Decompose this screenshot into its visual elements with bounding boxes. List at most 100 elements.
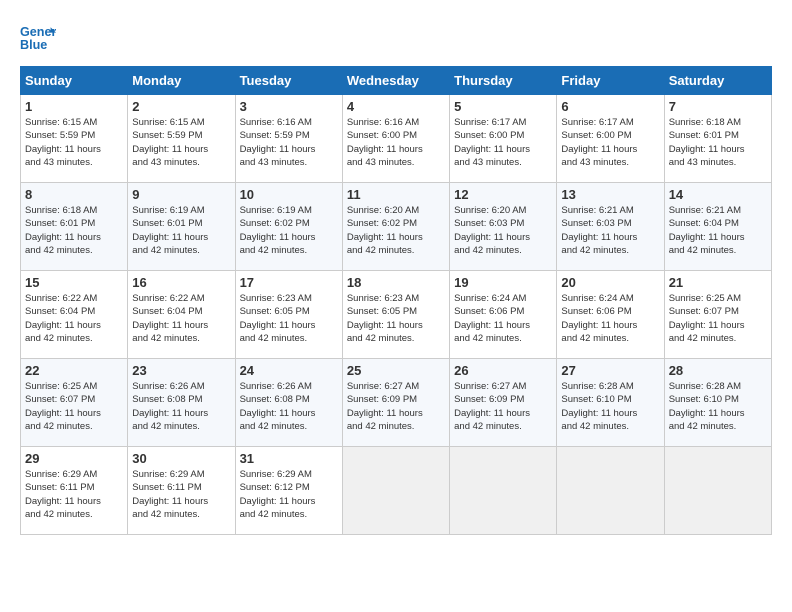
day-number: 4 xyxy=(347,99,445,114)
day-number: 22 xyxy=(25,363,123,378)
day-number: 12 xyxy=(454,187,552,202)
day-number: 8 xyxy=(25,187,123,202)
calendar-day-cell: 18 Sunrise: 6:23 AM Sunset: 6:05 PM Dayl… xyxy=(342,271,449,359)
day-number: 2 xyxy=(132,99,230,114)
calendar-day-cell: 23 Sunrise: 6:26 AM Sunset: 6:08 PM Dayl… xyxy=(128,359,235,447)
calendar-day-cell xyxy=(664,447,771,535)
day-info: Sunrise: 6:24 AM Sunset: 6:06 PM Dayligh… xyxy=(454,292,552,345)
calendar-day-cell: 2 Sunrise: 6:15 AM Sunset: 5:59 PM Dayli… xyxy=(128,95,235,183)
day-info: Sunrise: 6:20 AM Sunset: 6:02 PM Dayligh… xyxy=(347,204,445,257)
calendar-day-cell xyxy=(557,447,664,535)
calendar-week-row: 1 Sunrise: 6:15 AM Sunset: 5:59 PM Dayli… xyxy=(21,95,772,183)
day-number: 17 xyxy=(240,275,338,290)
day-info: Sunrise: 6:29 AM Sunset: 6:11 PM Dayligh… xyxy=(25,468,123,521)
day-number: 18 xyxy=(347,275,445,290)
calendar-day-cell: 21 Sunrise: 6:25 AM Sunset: 6:07 PM Dayl… xyxy=(664,271,771,359)
calendar-day-header: Tuesday xyxy=(235,67,342,95)
day-info: Sunrise: 6:20 AM Sunset: 6:03 PM Dayligh… xyxy=(454,204,552,257)
day-info: Sunrise: 6:27 AM Sunset: 6:09 PM Dayligh… xyxy=(454,380,552,433)
calendar-day-cell: 24 Sunrise: 6:26 AM Sunset: 6:08 PM Dayl… xyxy=(235,359,342,447)
calendar-day-cell: 31 Sunrise: 6:29 AM Sunset: 6:12 PM Dayl… xyxy=(235,447,342,535)
calendar-day-cell: 26 Sunrise: 6:27 AM Sunset: 6:09 PM Dayl… xyxy=(450,359,557,447)
logo-icon: General Blue xyxy=(20,20,56,56)
day-number: 11 xyxy=(347,187,445,202)
calendar-day-cell: 9 Sunrise: 6:19 AM Sunset: 6:01 PM Dayli… xyxy=(128,183,235,271)
calendar-day-header: Saturday xyxy=(664,67,771,95)
day-number: 30 xyxy=(132,451,230,466)
day-info: Sunrise: 6:23 AM Sunset: 6:05 PM Dayligh… xyxy=(240,292,338,345)
calendar-day-cell: 7 Sunrise: 6:18 AM Sunset: 6:01 PM Dayli… xyxy=(664,95,771,183)
day-number: 1 xyxy=(25,99,123,114)
day-number: 24 xyxy=(240,363,338,378)
day-number: 19 xyxy=(454,275,552,290)
day-info: Sunrise: 6:24 AM Sunset: 6:06 PM Dayligh… xyxy=(561,292,659,345)
day-info: Sunrise: 6:23 AM Sunset: 6:05 PM Dayligh… xyxy=(347,292,445,345)
day-info: Sunrise: 6:25 AM Sunset: 6:07 PM Dayligh… xyxy=(25,380,123,433)
day-number: 28 xyxy=(669,363,767,378)
day-info: Sunrise: 6:22 AM Sunset: 6:04 PM Dayligh… xyxy=(25,292,123,345)
calendar-day-header: Wednesday xyxy=(342,67,449,95)
calendar-week-row: 22 Sunrise: 6:25 AM Sunset: 6:07 PM Dayl… xyxy=(21,359,772,447)
logo: General Blue xyxy=(20,20,60,56)
calendar-week-row: 29 Sunrise: 6:29 AM Sunset: 6:11 PM Dayl… xyxy=(21,447,772,535)
day-info: Sunrise: 6:28 AM Sunset: 6:10 PM Dayligh… xyxy=(561,380,659,433)
calendar-table: SundayMondayTuesdayWednesdayThursdayFrid… xyxy=(20,66,772,535)
svg-text:Blue: Blue xyxy=(20,38,47,52)
day-info: Sunrise: 6:18 AM Sunset: 6:01 PM Dayligh… xyxy=(25,204,123,257)
calendar-day-cell: 10 Sunrise: 6:19 AM Sunset: 6:02 PM Dayl… xyxy=(235,183,342,271)
calendar-day-header: Thursday xyxy=(450,67,557,95)
calendar-day-cell: 8 Sunrise: 6:18 AM Sunset: 6:01 PM Dayli… xyxy=(21,183,128,271)
day-number: 3 xyxy=(240,99,338,114)
calendar-header-row: SundayMondayTuesdayWednesdayThursdayFrid… xyxy=(21,67,772,95)
calendar-week-row: 15 Sunrise: 6:22 AM Sunset: 6:04 PM Dayl… xyxy=(21,271,772,359)
calendar-day-cell: 13 Sunrise: 6:21 AM Sunset: 6:03 PM Dayl… xyxy=(557,183,664,271)
day-number: 15 xyxy=(25,275,123,290)
day-info: Sunrise: 6:25 AM Sunset: 6:07 PM Dayligh… xyxy=(669,292,767,345)
day-info: Sunrise: 6:29 AM Sunset: 6:11 PM Dayligh… xyxy=(132,468,230,521)
calendar-day-header: Monday xyxy=(128,67,235,95)
calendar-day-cell: 6 Sunrise: 6:17 AM Sunset: 6:00 PM Dayli… xyxy=(557,95,664,183)
calendar-day-cell: 30 Sunrise: 6:29 AM Sunset: 6:11 PM Dayl… xyxy=(128,447,235,535)
day-info: Sunrise: 6:16 AM Sunset: 5:59 PM Dayligh… xyxy=(240,116,338,169)
calendar-body: 1 Sunrise: 6:15 AM Sunset: 5:59 PM Dayli… xyxy=(21,95,772,535)
calendar-week-row: 8 Sunrise: 6:18 AM Sunset: 6:01 PM Dayli… xyxy=(21,183,772,271)
day-number: 5 xyxy=(454,99,552,114)
day-number: 26 xyxy=(454,363,552,378)
day-number: 20 xyxy=(561,275,659,290)
calendar-day-cell: 16 Sunrise: 6:22 AM Sunset: 6:04 PM Dayl… xyxy=(128,271,235,359)
day-info: Sunrise: 6:15 AM Sunset: 5:59 PM Dayligh… xyxy=(25,116,123,169)
day-number: 25 xyxy=(347,363,445,378)
day-number: 10 xyxy=(240,187,338,202)
day-info: Sunrise: 6:18 AM Sunset: 6:01 PM Dayligh… xyxy=(669,116,767,169)
day-info: Sunrise: 6:19 AM Sunset: 6:01 PM Dayligh… xyxy=(132,204,230,257)
calendar-day-cell: 17 Sunrise: 6:23 AM Sunset: 6:05 PM Dayl… xyxy=(235,271,342,359)
calendar-day-header: Friday xyxy=(557,67,664,95)
day-info: Sunrise: 6:21 AM Sunset: 6:03 PM Dayligh… xyxy=(561,204,659,257)
day-number: 21 xyxy=(669,275,767,290)
page-header: General Blue xyxy=(20,20,772,56)
day-number: 16 xyxy=(132,275,230,290)
day-info: Sunrise: 6:16 AM Sunset: 6:00 PM Dayligh… xyxy=(347,116,445,169)
calendar-day-cell: 11 Sunrise: 6:20 AM Sunset: 6:02 PM Dayl… xyxy=(342,183,449,271)
day-info: Sunrise: 6:26 AM Sunset: 6:08 PM Dayligh… xyxy=(240,380,338,433)
day-number: 9 xyxy=(132,187,230,202)
day-number: 27 xyxy=(561,363,659,378)
calendar-day-cell: 20 Sunrise: 6:24 AM Sunset: 6:06 PM Dayl… xyxy=(557,271,664,359)
calendar-day-cell xyxy=(450,447,557,535)
calendar-day-cell: 4 Sunrise: 6:16 AM Sunset: 6:00 PM Dayli… xyxy=(342,95,449,183)
calendar-day-cell: 25 Sunrise: 6:27 AM Sunset: 6:09 PM Dayl… xyxy=(342,359,449,447)
day-info: Sunrise: 6:21 AM Sunset: 6:04 PM Dayligh… xyxy=(669,204,767,257)
day-number: 29 xyxy=(25,451,123,466)
calendar-day-cell: 19 Sunrise: 6:24 AM Sunset: 6:06 PM Dayl… xyxy=(450,271,557,359)
calendar-day-cell: 15 Sunrise: 6:22 AM Sunset: 6:04 PM Dayl… xyxy=(21,271,128,359)
calendar-day-cell: 3 Sunrise: 6:16 AM Sunset: 5:59 PM Dayli… xyxy=(235,95,342,183)
day-number: 7 xyxy=(669,99,767,114)
calendar-day-cell: 5 Sunrise: 6:17 AM Sunset: 6:00 PM Dayli… xyxy=(450,95,557,183)
calendar-day-cell: 29 Sunrise: 6:29 AM Sunset: 6:11 PM Dayl… xyxy=(21,447,128,535)
day-info: Sunrise: 6:22 AM Sunset: 6:04 PM Dayligh… xyxy=(132,292,230,345)
day-info: Sunrise: 6:28 AM Sunset: 6:10 PM Dayligh… xyxy=(669,380,767,433)
day-info: Sunrise: 6:15 AM Sunset: 5:59 PM Dayligh… xyxy=(132,116,230,169)
day-number: 14 xyxy=(669,187,767,202)
day-info: Sunrise: 6:29 AM Sunset: 6:12 PM Dayligh… xyxy=(240,468,338,521)
calendar-day-header: Sunday xyxy=(21,67,128,95)
